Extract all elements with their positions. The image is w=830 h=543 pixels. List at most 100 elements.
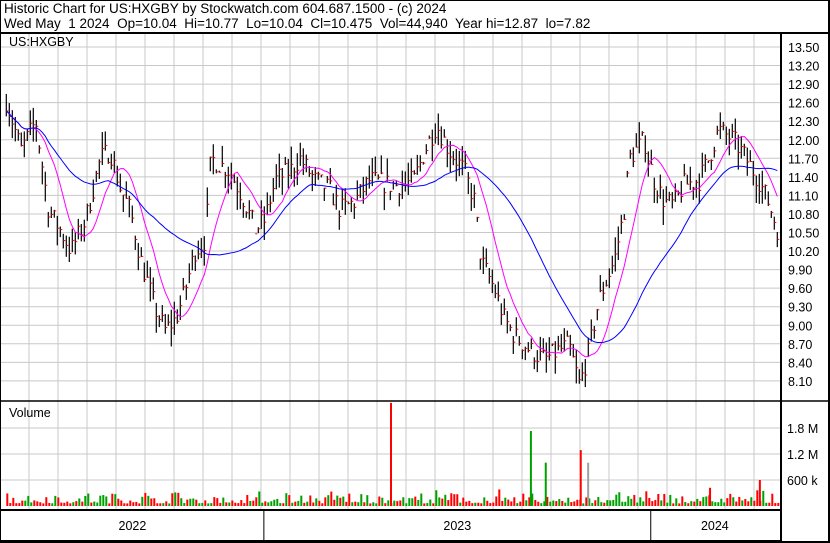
volume-bar — [495, 496, 498, 506]
volume-bar — [213, 497, 216, 506]
volume-bar — [564, 502, 567, 506]
volume-bar — [384, 503, 387, 506]
volume-bar — [246, 494, 249, 506]
volume-bar — [159, 503, 162, 506]
volume-bar — [544, 462, 547, 506]
price-tick-label: 8.10 — [788, 375, 812, 389]
price-tick-label: 13.20 — [788, 60, 819, 74]
volume-bar — [87, 493, 90, 506]
volume-bar — [240, 500, 243, 506]
volume-bar — [324, 497, 327, 506]
volume-bar — [750, 497, 753, 506]
volume-bar — [123, 503, 126, 506]
volume-bar — [141, 496, 144, 506]
volume-bar — [696, 498, 699, 506]
volume-bar — [462, 497, 465, 506]
volume-bar — [587, 462, 590, 506]
volume-bar — [540, 503, 543, 506]
volume-bar — [492, 502, 495, 506]
volume-bar — [489, 503, 492, 506]
volume-bar — [102, 495, 105, 506]
volume-bar — [351, 502, 354, 506]
volume-bar — [723, 502, 726, 506]
volume-bar — [693, 501, 696, 506]
volume-bar — [207, 503, 210, 506]
volume-bar — [720, 498, 723, 506]
volume-bar — [405, 503, 408, 506]
volume-bar — [690, 501, 693, 506]
volume-bar — [189, 498, 192, 506]
price-tick-label: 9.90 — [788, 264, 812, 278]
volume-bar — [504, 497, 507, 506]
volume-bar — [150, 498, 153, 506]
volume-bar — [408, 498, 411, 506]
volume-bar — [96, 502, 99, 506]
volume-bar — [573, 501, 576, 506]
volume-bar — [171, 493, 174, 506]
volume-bar — [147, 495, 150, 506]
volume-bar — [192, 498, 195, 506]
volume-bar — [498, 489, 501, 506]
volume-bar — [741, 500, 744, 506]
volume-bar — [579, 450, 582, 506]
volume-bar — [591, 503, 594, 506]
price-tick-label: 10.50 — [788, 227, 819, 241]
volume-bar — [348, 493, 351, 506]
volume-bar — [315, 498, 318, 506]
volume-bar — [120, 500, 123, 506]
volume-bar — [51, 503, 54, 506]
volume-bar — [486, 500, 489, 506]
price-tick-label: 13.50 — [788, 41, 819, 55]
volume-bar — [732, 497, 735, 506]
volume-bar — [75, 501, 78, 506]
volume-bar — [225, 502, 228, 506]
volume-bar — [291, 502, 294, 506]
volume-bar — [735, 501, 738, 506]
volume-bar — [747, 501, 750, 506]
volume-bar — [153, 498, 156, 506]
volume-bar — [534, 499, 537, 506]
volume-bar — [393, 500, 396, 506]
volume-bar — [174, 492, 177, 506]
volume-bar — [777, 502, 780, 506]
volume-bar — [282, 503, 285, 506]
price-tick-label: 9.30 — [788, 301, 812, 315]
price-tick-label: 12.60 — [788, 97, 819, 111]
volume-tick-label: 1.2 M — [787, 448, 818, 462]
volume-bar — [357, 502, 360, 506]
volume-bar — [69, 503, 72, 506]
volume-bar — [327, 495, 330, 506]
volume-bar — [624, 501, 627, 506]
volume-bar — [678, 503, 681, 506]
volume-bar — [219, 502, 222, 506]
volume-bar — [603, 502, 606, 506]
volume-bar — [399, 500, 402, 506]
volume-bar — [144, 492, 147, 506]
volume-tick-label: 600 k — [787, 474, 818, 488]
volume-bar — [165, 501, 168, 506]
volume-bar — [15, 503, 18, 506]
price-tick-label: 10.20 — [788, 245, 819, 259]
volume-bar — [321, 503, 324, 506]
volume-bar — [84, 495, 87, 506]
volume-bar — [429, 499, 432, 506]
volume-tick-label: 1.8 M — [787, 422, 818, 436]
moving-average-long — [5, 110, 778, 344]
volume-bar — [570, 502, 573, 506]
volume-bar — [501, 500, 504, 506]
volume-bar — [618, 492, 621, 506]
volume-bar — [198, 503, 201, 506]
volume-bar — [276, 498, 279, 506]
volume-bar — [129, 500, 132, 506]
volume-bar — [567, 497, 570, 506]
volume-bar — [63, 502, 66, 506]
volume-bar — [138, 503, 141, 506]
volume-bar — [180, 498, 183, 506]
volume-bar — [105, 496, 108, 506]
volume-bar — [447, 500, 450, 506]
volume-bar — [615, 494, 618, 506]
volume-bar — [768, 502, 771, 506]
volume-bar — [261, 502, 264, 506]
moving-average-short — [5, 110, 778, 358]
volume-bar — [222, 497, 225, 506]
